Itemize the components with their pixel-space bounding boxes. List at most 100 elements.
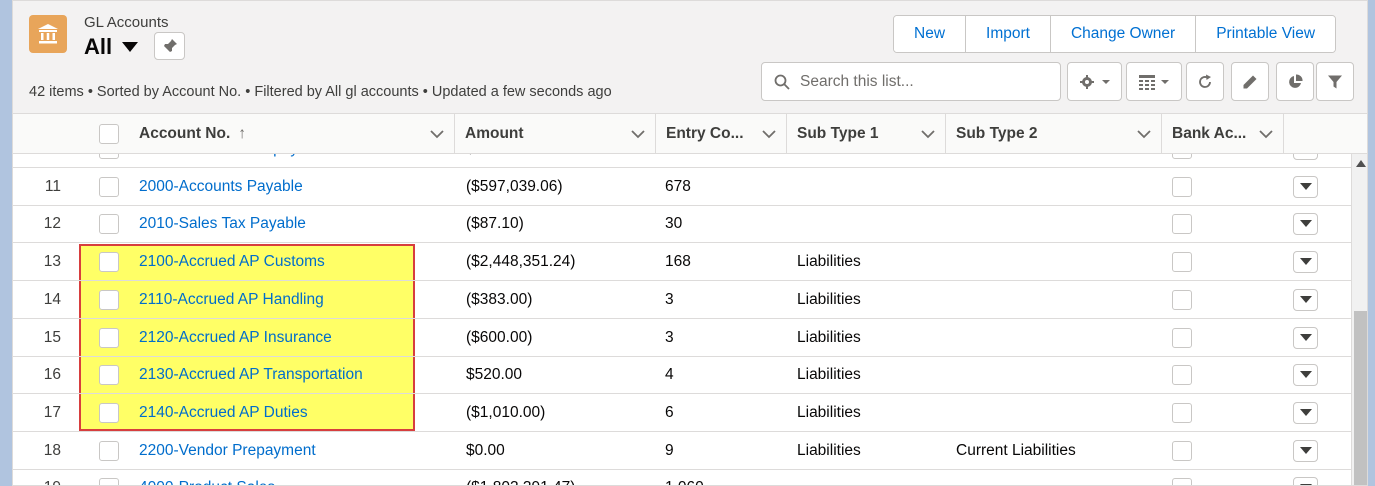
change-owner-button[interactable]: Change Owner [1050, 16, 1197, 52]
charts-button[interactable] [1276, 62, 1314, 101]
filter-button[interactable] [1316, 62, 1354, 101]
row-checkbox[interactable] [99, 289, 119, 310]
account-link[interactable]: 2120-Accrued AP Insurance [139, 329, 332, 347]
inline-edit-button[interactable] [1231, 62, 1269, 101]
account-link[interactable]: 2140-Accrued AP Duties [139, 404, 308, 422]
account-cell: 2200-Vendor Prepayment [139, 432, 316, 470]
scroll-up-arrow-icon[interactable] [1356, 160, 1366, 167]
column-header-bank-account[interactable]: Bank Ac... [1162, 114, 1284, 154]
bank-account-checkbox [1172, 176, 1192, 197]
import-button[interactable]: Import [966, 16, 1051, 52]
printable-view-button[interactable]: Printable View [1196, 16, 1336, 52]
row-action-button[interactable] [1293, 477, 1318, 485]
row-action-button[interactable] [1293, 401, 1318, 424]
table-row: 11 2000-Accounts Payable ($597,039.06) 678 [13, 168, 1351, 206]
sub-type-2-cell: Current Assets [956, 154, 1058, 168]
bank-account-checkbox [1172, 154, 1192, 159]
table-row: 18 2200-Vendor Prepayment $0.00 9 Liabilitie… [13, 432, 1351, 470]
entry-count-cell: 30 [665, 215, 683, 233]
row-checkbox[interactable] [99, 478, 119, 485]
table-row: 15 2120-Accrued AP Insurance ($600.00) 3 Lia… [13, 319, 1351, 357]
row-checkbox[interactable] [99, 440, 119, 461]
row-number: 18 [43, 441, 61, 459]
bank-account-checkbox [1172, 327, 1192, 348]
new-button[interactable]: New [894, 16, 967, 52]
account-link[interactable]: 2200-Vendor Prepayment [139, 442, 316, 460]
amount-cell: ($1,803,391.47) [466, 469, 575, 485]
account-link[interactable]: 2010-Sales Tax Payable [139, 215, 306, 233]
row-action-button[interactable] [1293, 175, 1318, 198]
chevron-down-icon [1259, 130, 1273, 139]
entry-count-cell: 3 [665, 290, 674, 308]
row-checkbox[interactable] [99, 154, 119, 159]
scroll-thumb[interactable] [1354, 311, 1367, 485]
row-checkbox[interactable] [99, 214, 119, 235]
sub-type-1-cell: Liabilities [797, 366, 861, 384]
account-link[interactable]: 2110-Accrued AP Handling [139, 291, 324, 309]
row-checkbox[interactable] [99, 402, 119, 423]
amount-cell: $520.00 [466, 366, 523, 384]
list-settings-button[interactable] [1067, 62, 1122, 101]
row-checkbox[interactable] [99, 176, 119, 197]
row-action-button[interactable] [1293, 251, 1318, 274]
chevron-down-icon [1161, 79, 1169, 84]
row-number: 14 [43, 290, 61, 308]
entry-count-cell: 1,060 [665, 469, 704, 485]
column-header-account-no[interactable]: Account No. ↑ [129, 114, 455, 154]
display-as-button[interactable] [1126, 62, 1182, 101]
column-header-amount[interactable]: Amount [455, 114, 656, 154]
list-view-selector[interactable]: All [84, 34, 139, 60]
bank-account-checkbox [1172, 289, 1192, 310]
table-row: 13 2100-Accrued AP Customs ($2,448,351.24)… [13, 243, 1351, 282]
account-link[interactable]: 4000-Product Sales [139, 479, 275, 485]
table-row: 14 2110-Accrued AP Handling ($383.00) 3 Liab… [13, 281, 1351, 319]
row-action-button[interactable] [1293, 326, 1318, 349]
chevron-down-icon [1299, 333, 1312, 341]
chevron-down-icon [921, 130, 935, 139]
row-action-button[interactable] [1293, 288, 1318, 311]
refresh-icon [1199, 74, 1211, 88]
row-number: 11 [44, 177, 61, 195]
column-header-sub-type-1[interactable]: Sub Type 1 [787, 114, 946, 154]
column-header-entry-count[interactable]: Entry Co... [656, 114, 787, 154]
chevron-down-icon [1299, 182, 1312, 190]
column-label: Entry Co... [666, 125, 744, 142]
account-cell: 2000-Accounts Payable [139, 168, 303, 206]
bank-account-checkbox [1172, 365, 1192, 386]
list-header: GL Accounts All 42 items • Sorted by Acc… [13, 1, 1367, 114]
filter-icon [1328, 75, 1342, 88]
amount-cell: $0.00 [466, 154, 505, 168]
account-link[interactable]: 2100-Accrued AP Customs [139, 253, 325, 271]
row-action-button[interactable] [1293, 439, 1318, 462]
bank-account-checkbox [1172, 478, 1192, 485]
chevron-down-icon [1101, 79, 1110, 84]
row-number: 10 [13, 154, 73, 168]
chevron-down-icon [430, 130, 444, 139]
vertical-scrollbar[interactable] [1351, 154, 1367, 485]
pie-chart-icon [1289, 73, 1303, 88]
chevron-down-icon [1299, 446, 1312, 454]
row-checkbox[interactable] [99, 365, 119, 386]
row-action-button[interactable] [1293, 213, 1318, 236]
table-header: Account No. ↑ Amount Entry Co... Sub Typ… [13, 114, 1367, 154]
action-button-group: New Import Change Owner Printable View [893, 15, 1337, 53]
refresh-button[interactable] [1186, 62, 1224, 101]
account-link[interactable]: 2000-Accounts Payable [139, 178, 303, 196]
row-checkbox[interactable] [99, 252, 119, 273]
select-all-checkbox[interactable] [99, 124, 119, 144]
column-header-sub-type-2[interactable]: Sub Type 2 [946, 114, 1162, 154]
account-link[interactable]: 2130-Accrued AP Transportation [139, 366, 363, 384]
row-action-button[interactable] [1293, 154, 1318, 160]
pin-button[interactable] [154, 32, 185, 60]
amount-cell: ($597,039.06) [466, 177, 563, 195]
table-body: 10 1100-Customer Prepayment $0.00 0 Assets Cu… [13, 154, 1351, 485]
search-box [761, 62, 1061, 101]
sub-type-1-cell: Assets [797, 154, 844, 168]
search-input[interactable] [800, 72, 1050, 91]
column-label: Amount [465, 125, 524, 142]
amount-cell: $0.00 [466, 441, 505, 459]
row-action-button[interactable] [1293, 364, 1318, 387]
row-checkbox[interactable] [99, 327, 119, 348]
account-link[interactable]: 1100-Customer Prepayment [139, 154, 333, 158]
account-cell: 4000-Product Sales [139, 469, 275, 485]
